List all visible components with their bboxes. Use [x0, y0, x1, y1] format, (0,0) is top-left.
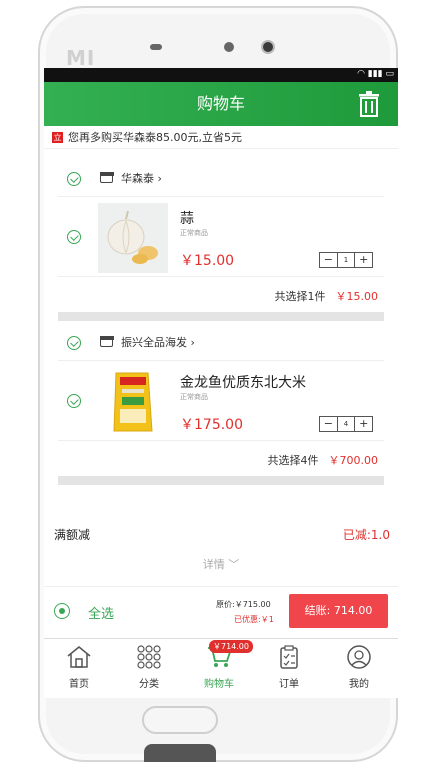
select-all-radio[interactable] — [54, 603, 70, 619]
tab-label: 我的 — [349, 679, 369, 690]
decrement-button[interactable]: − — [320, 417, 338, 431]
item-checkbox[interactable] — [67, 394, 81, 408]
tab-category[interactable]: 分类 — [114, 645, 184, 690]
header: 购物车 — [44, 82, 398, 126]
item-price: ￥175.00 — [180, 417, 243, 433]
tab-label: 分类 — [139, 679, 159, 690]
item-subtitle: 正常商品 — [180, 393, 208, 401]
quantity-stepper: − 1 + — [319, 252, 373, 268]
item-subtitle: 正常商品 — [180, 229, 208, 237]
mi-logo: MI — [66, 46, 96, 70]
store-summary: 共选择4件 ￥700.00 — [268, 452, 379, 468]
section-separator — [58, 312, 384, 321]
summary-count: 共选择1件 — [274, 290, 326, 303]
section-separator — [58, 476, 384, 485]
status-bar: ◠ ▮▮▮ ▭ — [44, 68, 398, 82]
select-all-label[interactable]: 全选 — [88, 603, 114, 622]
original-price: 原价:￥715.00 — [216, 600, 271, 609]
discount-label: 满额减 — [54, 528, 91, 542]
saved-amount: 已优惠:￥1 — [234, 615, 274, 624]
summary-count: 共选择4件 — [267, 454, 319, 467]
home-icon — [67, 646, 91, 668]
trash-icon[interactable] — [358, 91, 380, 117]
tab-home[interactable]: 首页 — [44, 645, 114, 690]
home-button[interactable] — [142, 706, 218, 734]
promo-text: 您再多购买华森泰85.00元,立省5元 — [68, 131, 242, 144]
decrement-button[interactable]: − — [320, 253, 338, 267]
increment-button[interactable]: + — [355, 417, 372, 431]
increment-button[interactable]: + — [355, 253, 372, 267]
store-summary: 共选择1件 ￥15.00 — [275, 288, 379, 304]
store-checkbox[interactable] — [67, 172, 81, 186]
tab-label: 购物车 — [204, 679, 234, 690]
divider — [58, 360, 384, 361]
garlic-image — [98, 203, 168, 273]
detail-toggle[interactable]: 详情 ﹀ — [44, 556, 398, 572]
checkout-button[interactable]: 结账: 714.00 — [289, 594, 388, 628]
store-header[interactable]: 振兴全品海发 › — [44, 328, 384, 358]
sensor — [224, 42, 234, 52]
store-icon — [99, 171, 114, 183]
item-title[interactable]: 蒜 — [180, 208, 194, 228]
store-icon — [99, 335, 114, 347]
cart-total-badge: ￥714.00 — [209, 640, 253, 653]
item-title[interactable]: 金龙鱼优质东北大米 — [180, 372, 306, 392]
status-icons: ◠ ▮▮▮ ▭ — [357, 69, 394, 79]
item-price: ￥15.00 — [180, 253, 235, 269]
quantity-value[interactable]: 4 — [338, 417, 356, 431]
divider — [58, 196, 384, 197]
earpiece — [150, 44, 162, 50]
rice-bag-image — [98, 367, 168, 437]
bottom-tab-bar: 首页 分类 购物车 订单 我的 ￥714.00 — [44, 638, 398, 698]
tab-orders[interactable]: 订单 — [254, 645, 324, 690]
discount-value: 已减:1.0 — [342, 528, 390, 542]
front-camera — [261, 40, 275, 54]
phone-bottom-edge — [144, 744, 216, 762]
user-icon — [347, 645, 371, 669]
divider — [58, 440, 384, 441]
summary-total: ￥15.00 — [335, 290, 379, 303]
quantity-stepper: − 4 + — [319, 416, 373, 432]
store-name[interactable]: 华森泰 › — [121, 170, 162, 186]
divider — [58, 276, 384, 277]
app-screen: ◠ ▮▮▮ ▭ 购物车 立 您再多购买华森泰85.00元,立省5元 华森泰 › — [44, 68, 398, 698]
checkout-bar: 全选 原价:￥715.00 已优惠:￥1 结账: 714.00 — [44, 586, 398, 639]
tab-label: 订单 — [279, 679, 299, 690]
store-header[interactable]: 华森泰 › — [44, 164, 384, 194]
tab-label: 首页 — [69, 679, 89, 690]
summary-total: ￥700.00 — [328, 454, 379, 467]
product-image-rice[interactable] — [98, 367, 168, 437]
promo-bar: 立 您再多购买华森泰85.00元,立省5元 — [44, 126, 398, 149]
store-checkbox[interactable] — [67, 336, 81, 350]
store-name[interactable]: 振兴全品海发 › — [121, 334, 195, 350]
page-title: 购物车 — [196, 94, 245, 113]
clipboard-icon — [280, 645, 298, 669]
quantity-value[interactable]: 1 — [338, 253, 356, 267]
product-image-garlic[interactable] — [98, 203, 168, 273]
tab-me[interactable]: 我的 — [324, 645, 394, 690]
discount-row: 满额减 已减:1.0 — [44, 518, 398, 548]
promo-tag-icon: 立 — [52, 131, 63, 143]
item-checkbox[interactable] — [67, 230, 81, 244]
grid-icon — [137, 645, 161, 669]
